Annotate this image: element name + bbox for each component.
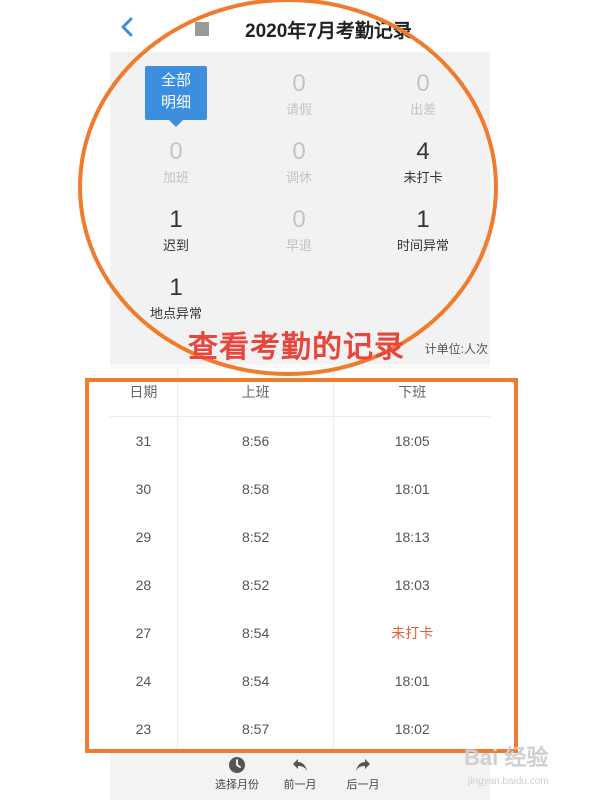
tip-line1: 全部 (160, 72, 191, 89)
cell-date: 28 (110, 561, 178, 609)
table-row[interactable]: 28 8:52 18:03 (110, 561, 490, 610)
cell-date: 24 (110, 657, 178, 705)
stat-overtime[interactable]: 0 加班 (126, 138, 226, 188)
cell-clock-out: 18:01 (394, 481, 430, 497)
table-row[interactable]: 31 8:56 18:05 (110, 417, 490, 466)
stat-trip[interactable]: 0 出差 (373, 70, 473, 120)
back-arrow-icon[interactable] (117, 16, 137, 38)
cell-clock-out: 18:05 (394, 433, 430, 449)
next-month-button[interactable]: 后一月 (342, 756, 384, 792)
stat-label: 未打卡 (403, 170, 443, 185)
previous-month-label: 前一月 (283, 779, 317, 791)
next-month-label: 后一月 (346, 779, 380, 791)
cell-clock-in: 8:56 (178, 417, 335, 465)
stat-label: 时间异常 (396, 238, 449, 253)
stat-time-abnormal[interactable]: 1 时间异常 (373, 206, 473, 256)
table-row[interactable]: 27 8:54 未打卡 (110, 609, 490, 658)
cell-date: 31 (110, 417, 178, 465)
cell-clock-in: 8:54 (178, 657, 335, 705)
header-clock-out: 下班 (398, 384, 427, 400)
stat-late[interactable]: 1 迟到 (126, 206, 226, 256)
arrow-left-icon (293, 759, 307, 771)
all-details-button[interactable]: 全部 明细 (145, 66, 207, 127)
page-title: 2020年7月考勤记录 (245, 21, 412, 42)
table-row[interactable]: 29 8:52 18:13 (110, 513, 490, 562)
stat-label: 地点异常 (149, 306, 202, 321)
table-row[interactable]: 24 8:54 18:01 (110, 657, 490, 706)
stat-value: 0 (416, 70, 430, 97)
stat-value: 0 (169, 138, 183, 165)
stat-label: 加班 (162, 170, 189, 185)
stat-leave[interactable]: 0 请假 (249, 70, 349, 120)
cell-clock-in: 8:54 (178, 609, 335, 657)
cell-clock-in: 8:57 (178, 705, 335, 753)
cell-clock-out-missed: 未打卡 (391, 625, 434, 641)
unit-label: 计单位:人次 (424, 342, 488, 356)
stat-label: 调休 (285, 170, 312, 185)
watermark-url: jingyan.baidu.com (468, 776, 549, 787)
table-header: 日期 上班 下班 (110, 368, 490, 417)
cell-date: 23 (110, 705, 178, 753)
stat-early-leave[interactable]: 0 早退 (249, 206, 349, 256)
cell-clock-out: 18:01 (394, 673, 430, 689)
cell-clock-out: 18:13 (394, 529, 430, 545)
select-month-label: 选择月份 (215, 779, 259, 791)
stat-missed-punch[interactable]: 4 未打卡 (373, 138, 473, 188)
cell-clock-in: 8:58 (178, 465, 335, 513)
stat-value: 1 (169, 274, 183, 301)
stat-location-abnormal[interactable]: 1 地点异常 (126, 274, 226, 324)
stat-value: 4 (416, 138, 430, 165)
stat-value: 1 (416, 206, 430, 233)
stat-label: 迟到 (162, 238, 189, 253)
cell-date: 29 (110, 513, 178, 561)
cell-clock-in: 8:52 (178, 561, 335, 609)
select-month-button[interactable]: 选择月份 (212, 756, 262, 792)
header-date: 日期 (110, 368, 178, 416)
baidu-watermark: Bai 经验 jingyan.baidu.com (462, 736, 598, 796)
cell-date: 27 (110, 609, 178, 657)
annotation-text: 查看考勤的记录 (188, 331, 405, 364)
stat-value: 0 (292, 138, 306, 165)
stat-value: 0 (292, 70, 306, 97)
cell-clock-out: 18:03 (394, 577, 430, 593)
tip-line2: 明细 (160, 94, 191, 111)
cell-date: 30 (110, 465, 178, 513)
clock-icon (229, 757, 245, 773)
stat-label: 出差 (409, 102, 436, 117)
table-row[interactable]: 30 8:58 18:01 (110, 465, 490, 514)
stat-label: 请假 (285, 102, 312, 117)
stat-value: 1 (169, 206, 183, 233)
header-clock-in: 上班 (178, 368, 335, 416)
stat-day-off[interactable]: 0 调休 (249, 138, 349, 188)
redacted-block (195, 22, 209, 36)
stat-value: 0 (292, 206, 306, 233)
stat-label: 早退 (285, 238, 312, 253)
watermark-logo: Bai 经验 (464, 745, 549, 770)
previous-month-button[interactable]: 前一月 (279, 756, 321, 792)
arrow-right-icon (356, 759, 370, 771)
cell-clock-in: 8:52 (178, 513, 335, 561)
table-row[interactable]: 23 8:57 18:02 (110, 705, 490, 754)
